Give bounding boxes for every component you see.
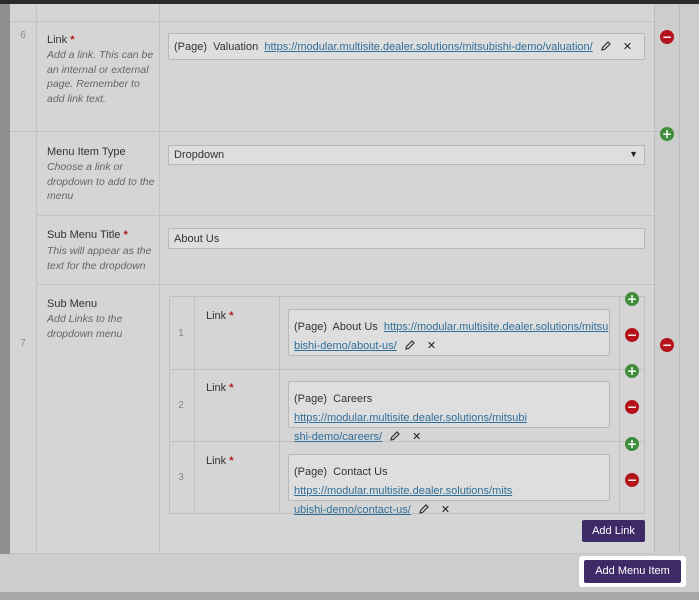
pencil-icon[interactable]	[418, 503, 430, 515]
scroll-gutter	[680, 4, 699, 554]
dropdown-arrow-icon: ▼	[629, 149, 638, 159]
sub-link-value-box: (Page) Careers https://modular.multisite…	[288, 381, 610, 443]
input-value: About Us	[174, 233, 220, 245]
plus-icon[interactable]: +	[625, 364, 639, 378]
menu-item-type-select[interactable]: Dropdown ▼	[168, 145, 645, 165]
sub-link-label: Link *	[206, 455, 234, 467]
divider	[279, 297, 280, 514]
sub-row-number: 2	[178, 400, 184, 411]
plus-icon[interactable]: +	[660, 127, 674, 141]
page-name: Careers	[333, 393, 373, 405]
sub-menu-title-description: This will appear as the text for the dro…	[47, 245, 152, 272]
add-menu-item-highlight: Add Menu Item	[579, 556, 686, 587]
remove-x-icon[interactable]: ✕	[427, 337, 436, 356]
divider	[10, 131, 680, 132]
field-label-text: Sub Menu Title	[47, 229, 121, 241]
divider	[10, 553, 654, 554]
select-value: Dropdown	[174, 149, 225, 161]
minus-icon[interactable]: −	[625, 400, 639, 414]
link-field-description: Add a link. This can be an internal or e…	[47, 49, 154, 105]
required-mark: *	[229, 382, 234, 394]
link-url-continued[interactable]: bishi-demo/about-us/	[294, 340, 397, 352]
pencil-icon[interactable]	[600, 40, 612, 52]
divider	[169, 369, 645, 370]
divider	[36, 4, 37, 554]
sub-link-label: Link *	[206, 310, 234, 322]
menu-item-type-label: Menu Item Type	[47, 146, 126, 158]
sub-menu-title-input[interactable]: About Us	[168, 228, 645, 249]
page-type: (Page)	[294, 321, 328, 333]
page-name: Contact Us	[333, 466, 388, 478]
plus-icon[interactable]: +	[625, 292, 639, 306]
page-type: (Page)	[294, 393, 328, 405]
footer-strip	[0, 592, 699, 600]
minus-icon[interactable]: −	[660, 30, 674, 44]
required-mark: *	[229, 310, 234, 322]
link-url[interactable]: https://modular.multisite.dealer.solutio…	[384, 321, 608, 333]
sub-row-number: 3	[178, 472, 184, 483]
divider	[10, 21, 654, 22]
field-label-text: Link	[47, 34, 68, 46]
page-name: Valuation	[213, 41, 259, 53]
divider	[36, 284, 654, 285]
page-type: (Page)	[294, 466, 328, 478]
divider	[194, 297, 195, 514]
plus-icon[interactable]: +	[625, 437, 639, 451]
sub-link-label: Link *	[206, 382, 234, 394]
add-menu-item-button[interactable]: Add Menu Item	[584, 560, 681, 583]
sub-link-value-box: (Page) About Us https://modular.multisit…	[288, 309, 610, 356]
divider	[159, 4, 160, 554]
divider	[619, 297, 620, 514]
pencil-icon[interactable]	[389, 430, 401, 442]
row-actions-column	[654, 4, 680, 554]
required-mark: *	[229, 455, 234, 467]
minus-icon[interactable]: −	[625, 473, 639, 487]
field-label-text: Link	[206, 382, 227, 394]
sub-menu-label: Sub Menu	[47, 298, 98, 310]
required-mark: *	[123, 229, 128, 241]
remove-x-icon[interactable]: ✕	[441, 501, 450, 520]
link-url[interactable]: https://modular.multisite.dealer.solutio…	[264, 41, 592, 53]
row-number: 7	[20, 338, 26, 349]
link-url-continued[interactable]: ubishi-demo/contact-us/	[294, 504, 411, 516]
link-url-continued[interactable]: shi-demo/careers/	[294, 431, 382, 443]
required-mark: *	[70, 34, 75, 46]
divider	[36, 215, 654, 216]
page-name: About Us	[332, 321, 378, 333]
remove-x-icon[interactable]: ✕	[623, 40, 632, 53]
pencil-icon[interactable]	[404, 339, 416, 351]
sub-link-value-box: (Page) Contact Us https://modular.multis…	[288, 454, 610, 516]
page-type: (Page)	[174, 41, 208, 53]
sub-menu-description: Add Links to the dropdown menu	[47, 313, 123, 340]
add-link-button[interactable]: Add Link	[582, 520, 645, 542]
minus-icon[interactable]: −	[660, 338, 674, 352]
link-url[interactable]: https://modular.multisite.dealer.solutio…	[294, 412, 527, 424]
field-label-text: Link	[206, 455, 227, 467]
field-label-text: Link	[206, 310, 227, 322]
minus-icon[interactable]: −	[625, 328, 639, 342]
link-value-box: (Page) Valuation https://modular.multisi…	[168, 33, 645, 60]
remove-x-icon[interactable]: ✕	[412, 428, 421, 447]
link-field-label: Link *	[47, 34, 75, 46]
link-url[interactable]: https://modular.multisite.dealer.solutio…	[294, 485, 512, 497]
menu-item-type-description: Choose a link or dropdown to add to the …	[47, 161, 155, 202]
sub-menu-title-label: Sub Menu Title *	[47, 229, 128, 241]
row-number: 6	[20, 30, 26, 41]
sub-row-number: 1	[178, 328, 184, 339]
